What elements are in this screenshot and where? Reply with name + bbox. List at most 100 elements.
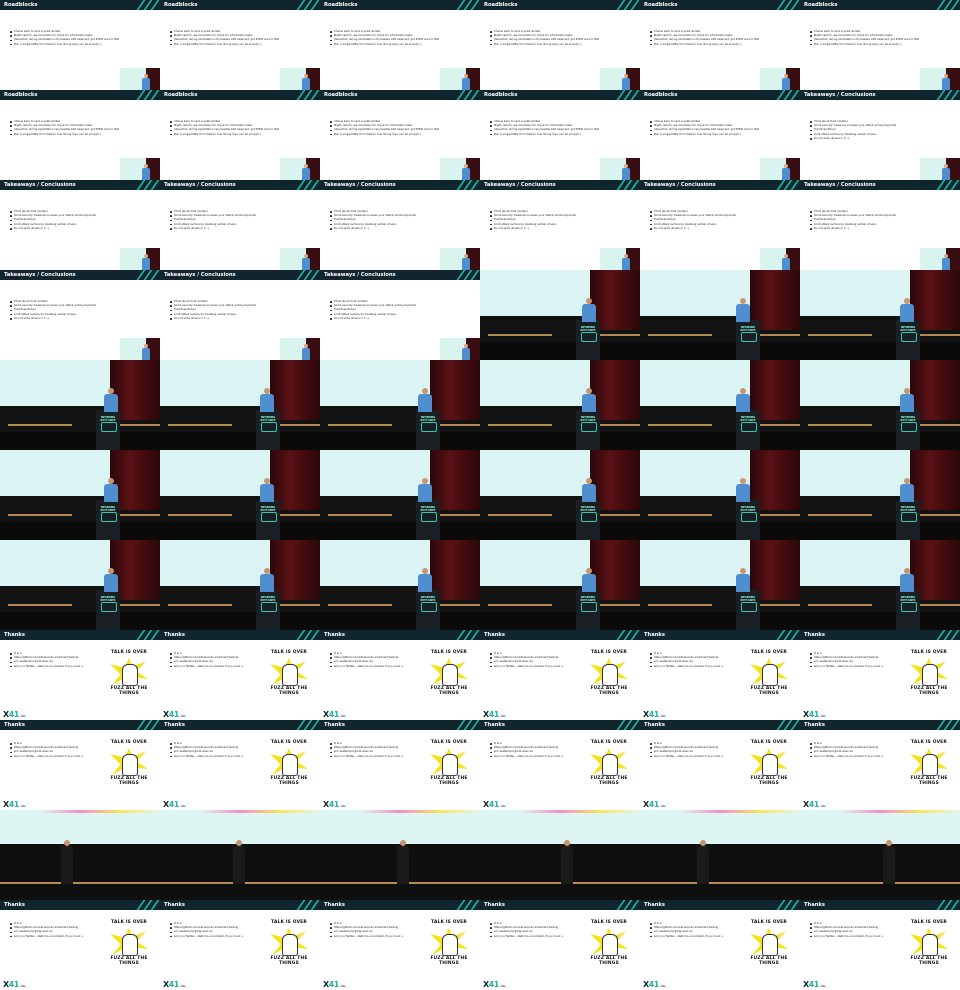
stage-camera-frame: INFORMING BOTH SIDES bbox=[160, 360, 320, 450]
stage-camera-frame: INFORMING BOTH SIDES bbox=[640, 270, 800, 360]
roadblocks-slide-frame: Roadblocks Chanel back to card is quite … bbox=[480, 0, 640, 90]
roadblocks-slide-frame: Roadblocks Chanel back to card is quite … bbox=[320, 0, 480, 90]
speaker-inset bbox=[120, 158, 160, 180]
stage-table bbox=[648, 604, 712, 606]
speaker-inset bbox=[280, 248, 320, 270]
x41-logo: X41 D-Sec bbox=[643, 710, 666, 719]
slide-title: Thanks bbox=[644, 632, 665, 638]
slide-header: Thanks bbox=[800, 900, 960, 910]
stage-table bbox=[168, 604, 232, 606]
x41-logo: X41 D-Sec bbox=[483, 980, 506, 989]
slide-bullet: But: A single bitflip from false to true… bbox=[490, 133, 600, 137]
meme-top-text: TALK IS OVER bbox=[431, 650, 467, 655]
podium-logo bbox=[741, 332, 757, 342]
slide-bullets: Q & Ahttps://github.com/x41sec/x41-smart… bbox=[170, 652, 248, 669]
projection-screen bbox=[640, 810, 800, 844]
stage-camera-frame: INFORMING BOTH SIDES bbox=[800, 270, 960, 360]
podium: INFORMING BOTH SIDES bbox=[256, 410, 280, 450]
slide-header: Thanks bbox=[480, 720, 640, 730]
projection-screen bbox=[0, 360, 110, 406]
podium-logo bbox=[581, 422, 597, 432]
x41-logo: X41 D-Sec bbox=[643, 980, 666, 989]
projection-screen bbox=[480, 450, 590, 496]
x41-logo: X41 D-Sec bbox=[163, 800, 186, 809]
podium: INFORMING BOTH SIDES bbox=[256, 590, 280, 630]
slide-accent-stripes bbox=[456, 90, 480, 100]
speaker bbox=[582, 298, 596, 322]
slide-title: Roadblocks bbox=[484, 2, 518, 8]
x41-logo: X41 D-Sec bbox=[323, 980, 346, 989]
speaker-inset bbox=[440, 338, 480, 360]
slide-title: Roadblocks bbox=[644, 92, 678, 98]
slide-title: Thanks bbox=[804, 902, 825, 908]
slide-accent-stripes bbox=[936, 900, 960, 910]
stage-table bbox=[648, 514, 712, 516]
podium-logo bbox=[101, 602, 117, 612]
projection-screen bbox=[640, 540, 750, 586]
meme-top-text: TALK IS OVER bbox=[431, 920, 467, 925]
stage-table bbox=[800, 882, 960, 884]
speaker-inset bbox=[280, 338, 320, 360]
meme-top-text: TALK IS OVER bbox=[591, 920, 627, 925]
speaker bbox=[418, 478, 432, 502]
takeaways-slide-frame: Takeaways / Conclusions Think about trus… bbox=[160, 180, 320, 270]
projection-screen bbox=[640, 450, 750, 496]
speaker bbox=[736, 478, 750, 502]
slide-accent-stripes bbox=[936, 90, 960, 100]
stage-camera-frame: INFORMING BOTH SIDES bbox=[0, 540, 160, 630]
slide-header: Thanks bbox=[160, 720, 320, 730]
stage-table bbox=[598, 424, 640, 426]
podium: INFORMING BOTH SIDES bbox=[896, 590, 920, 630]
speaker bbox=[900, 568, 914, 592]
meme-top-text: TALK IS OVER bbox=[111, 920, 147, 925]
slide-bullets: Q & Ahttps://github.com/x41sec/x41-smart… bbox=[10, 922, 88, 939]
slide-bullet: Sorry no Twitter... stalk me on LinkedIn… bbox=[650, 665, 728, 669]
meme-image: TALK IS OVER FUZZ ALL THE THINGS bbox=[264, 740, 314, 786]
slide-bullets: Q & Ahttps://github.com/x41sec/x41-smart… bbox=[650, 742, 728, 759]
speaker bbox=[462, 254, 470, 270]
stage-table bbox=[488, 604, 552, 606]
slide-accent-stripes bbox=[456, 270, 480, 280]
meme-bottom-text: FUZZ ALL THE THINGS bbox=[590, 686, 628, 696]
slide-bullets: Q & Ahttps://github.com/x41sec/x41-smart… bbox=[650, 922, 728, 939]
podium: INFORMING BOTH SIDES bbox=[256, 500, 280, 540]
speaker bbox=[736, 298, 750, 322]
projection-screen bbox=[160, 540, 270, 586]
speaker bbox=[142, 344, 150, 360]
stage-table bbox=[918, 334, 960, 336]
slide-accent-stripes bbox=[616, 720, 640, 730]
meme-bottom-text: FUZZ ALL THE THINGS bbox=[110, 776, 148, 786]
podium-logo bbox=[421, 602, 437, 612]
speaker bbox=[260, 568, 274, 592]
slide-accent-stripes bbox=[616, 900, 640, 910]
stage-camera-frame: INFORMING BOTH SIDES bbox=[640, 540, 800, 630]
meme-top-text: TALK IS OVER bbox=[751, 920, 787, 925]
slide-header: Takeaways / Conclusions bbox=[800, 90, 960, 100]
x41-logo: X41 D-Sec bbox=[163, 710, 186, 719]
speaker bbox=[418, 568, 432, 592]
speaker-inset bbox=[760, 248, 800, 270]
slide-bullet: But: A single bitflip from false to true… bbox=[650, 43, 760, 47]
slide-title: Roadblocks bbox=[324, 92, 358, 98]
person-on-stage bbox=[882, 840, 896, 884]
person-on-stage bbox=[396, 840, 410, 884]
speaker bbox=[942, 164, 950, 180]
meme-bottom-text: FUZZ ALL THE THINGS bbox=[270, 956, 308, 966]
stage-table bbox=[118, 604, 160, 606]
stage-camera-frame: INFORMING BOTH SIDES bbox=[160, 450, 320, 540]
slide-bullets: Q & Ahttps://github.com/x41sec/x41-smart… bbox=[810, 922, 888, 939]
meme-top-text: TALK IS OVER bbox=[111, 650, 147, 655]
podium-logo bbox=[101, 512, 117, 522]
meme-image: TALK IS OVER FUZZ ALL THE THINGS bbox=[264, 920, 314, 966]
speaker bbox=[142, 254, 150, 270]
qa-stage-frame bbox=[160, 810, 320, 900]
speaker bbox=[582, 568, 596, 592]
stage-table bbox=[808, 334, 872, 336]
slide-header: Takeaways / Conclusions bbox=[320, 270, 480, 280]
slide-title: Takeaways / Conclusions bbox=[324, 272, 396, 278]
takeaways-slide-frame: Takeaways / Conclusions Think about trus… bbox=[320, 270, 480, 360]
meme-bottom-text: FUZZ ALL THE THINGS bbox=[110, 686, 148, 696]
speaker bbox=[622, 164, 630, 180]
meme-top-text: TALK IS OVER bbox=[591, 740, 627, 745]
podium-logo bbox=[261, 422, 277, 432]
